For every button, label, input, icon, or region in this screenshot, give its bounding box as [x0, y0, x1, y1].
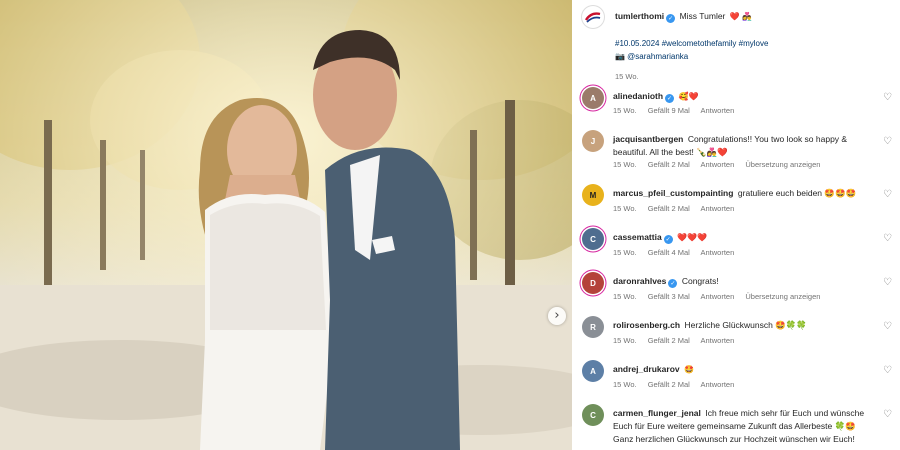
reply-button[interactable]: Antworten	[701, 380, 735, 389]
comment-item: A alinedanioth ✓ 🥰❤️ 15 Wo. Gefällt 9 Mal…	[582, 87, 900, 127]
translate-button[interactable]: Übersetzung anzeigen	[745, 160, 820, 169]
verified-badge-icon: ✓	[663, 235, 673, 244]
post-photo: ›	[0, 0, 572, 450]
reply-button[interactable]: Antworten	[701, 160, 735, 169]
comment-item: C cassemattia ✓ ❤️❤️❤️ 15 Wo. Gefällt 4 M…	[582, 228, 900, 268]
commenter-avatar[interactable]: D	[582, 272, 604, 294]
post-author-avatar[interactable]	[582, 6, 604, 28]
comment-item: A andrej_drukarov 🤩 15 Wo. Gefällt 2 Mal…	[582, 360, 900, 400]
comment-likes[interactable]: Gefällt 4 Mal	[648, 248, 690, 257]
comment-time: 15 Wo.	[613, 204, 637, 213]
reply-button[interactable]: Antworten	[701, 106, 735, 115]
like-heart-icon[interactable]: ♡	[883, 322, 893, 332]
commenter-avatar[interactable]: A	[582, 360, 604, 382]
comment-likes[interactable]: Gefällt 2 Mal	[648, 380, 690, 389]
comment-text: 🥰❤️	[678, 92, 699, 101]
comment-text: gratuliere euch beiden 🤩🤩🤩	[737, 188, 857, 198]
post-author-username[interactable]: tumlerthomi	[615, 11, 664, 21]
verified-badge-icon: ✓	[668, 279, 678, 288]
commenter-avatar[interactable]: C	[582, 404, 604, 426]
comment-text: Herzliche Glückwunsch 🤩🍀🍀	[684, 320, 807, 330]
like-heart-icon[interactable]: ♡	[883, 190, 893, 200]
reply-button[interactable]: Antworten	[701, 292, 735, 301]
comment-time: 15 Wo.	[613, 160, 637, 169]
wedding-photo-illustration	[0, 0, 572, 450]
comment-likes[interactable]: Gefällt 2 Mal	[648, 204, 690, 213]
next-photo-button[interactable]: ›	[548, 307, 566, 325]
commenter-username[interactable]: alinedanioth	[613, 91, 663, 101]
commenter-username[interactable]: daronrahlves	[613, 276, 666, 286]
comment-time: 15 Wo.	[613, 106, 637, 115]
commenter-avatar[interactable]: A	[582, 87, 604, 109]
comment-item: D daronrahlves ✓ Congrats! 15 Wo. Gefällt…	[582, 272, 900, 312]
post-hashtags[interactable]: #10.05.2024 #welcometothefamily #mylove	[615, 39, 768, 48]
verified-badge-icon: ✓	[665, 94, 675, 103]
like-heart-icon[interactable]: ♡	[883, 278, 893, 288]
comment-likes[interactable]: Gefällt 2 Mal	[648, 160, 690, 169]
reply-button[interactable]: Antworten	[701, 248, 735, 257]
comment-likes[interactable]: Gefällt 9 Mal	[648, 106, 690, 115]
commenter-avatar[interactable]: C	[582, 228, 604, 250]
comment-time: 15 Wo.	[613, 292, 637, 301]
like-heart-icon[interactable]: ♡	[883, 234, 893, 244]
commenter-avatar[interactable]: J	[582, 130, 604, 152]
commenter-username[interactable]: andrej_drukarov	[613, 364, 680, 374]
comment-item: R rolirosenberg.ch Herzliche Glückwunsch…	[582, 316, 900, 356]
commenter-username[interactable]: cassemattia	[613, 232, 662, 242]
like-heart-icon[interactable]: ♡	[883, 410, 893, 420]
commenter-username[interactable]: carmen_flunger_jenal	[613, 408, 701, 418]
commenter-username[interactable]: marcus_pfeil_custompainting	[613, 188, 733, 198]
comment-item: J jacquisantbergen Congratulations!! You…	[582, 130, 900, 174]
commenter-username[interactable]: jacquisantbergen	[613, 134, 683, 144]
caption-emoji: ❤️ 👩‍❤️‍👨	[729, 12, 753, 21]
comment-text: ❤️❤️❤️	[677, 233, 708, 242]
comment-time: 15 Wo.	[613, 336, 637, 345]
comments-panel: tumlerthomi ✓ Miss Tumler ❤️ 👩‍❤️‍👨 #10.0…	[572, 0, 900, 450]
commenter-avatar[interactable]: M	[582, 184, 604, 206]
comment-item: M marcus_pfeil_custompainting gratuliere…	[582, 184, 900, 224]
like-heart-icon[interactable]: ♡	[883, 137, 893, 147]
reply-button[interactable]: Antworten	[701, 336, 735, 345]
verified-badge-icon: ✓	[666, 14, 676, 23]
comment-text: 🤩	[684, 365, 695, 374]
post-caption: Miss Tumler	[679, 11, 726, 21]
like-heart-icon[interactable]: ♡	[883, 366, 893, 376]
comment-likes[interactable]: Gefällt 3 Mal	[648, 292, 690, 301]
comment-time: 15 Wo.	[613, 380, 637, 389]
comment-likes[interactable]: Gefällt 2 Mal	[648, 336, 690, 345]
commenter-username[interactable]: rolirosenberg.ch	[613, 320, 680, 330]
author-logo-icon	[583, 7, 603, 27]
photo-credit[interactable]: 📷 @sarahmarianka	[615, 52, 688, 61]
translate-button[interactable]: Übersetzung anzeigen	[745, 292, 820, 301]
like-heart-icon[interactable]: ♡	[883, 93, 893, 103]
comment-item: C carmen_flunger_jenal Ich freue mich se…	[582, 404, 900, 450]
post-time: 15 Wo.	[615, 72, 639, 81]
comment-time: 15 Wo.	[613, 248, 637, 257]
reply-button[interactable]: Antworten	[701, 204, 735, 213]
commenter-avatar[interactable]: R	[582, 316, 604, 338]
comment-text: Congrats!	[681, 276, 719, 286]
